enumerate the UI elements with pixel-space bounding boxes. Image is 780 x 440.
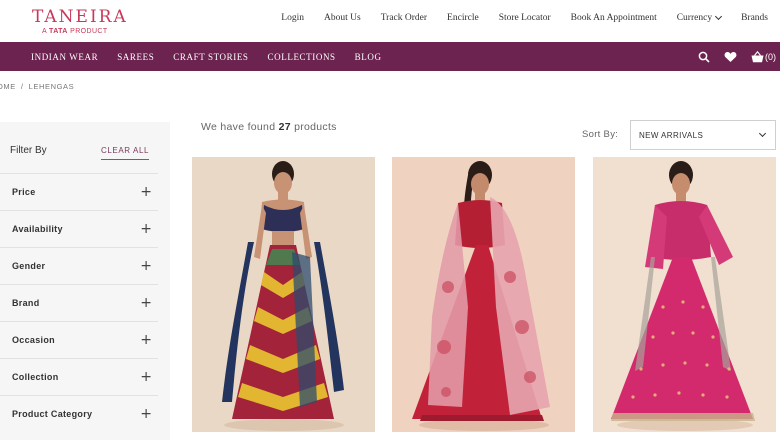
product-image	[192, 157, 375, 432]
nav-blog[interactable]: BLOG	[355, 52, 382, 62]
filter-price[interactable]: Price +	[0, 173, 158, 210]
plus-icon: +	[140, 332, 152, 348]
currency-label: Currency	[676, 13, 713, 23]
basket-icon	[751, 50, 764, 62]
nav-indian-wear[interactable]: INDIAN WEAR	[31, 52, 98, 62]
logo-tagline: A TATA PRODUCT	[42, 28, 108, 35]
top-links: Login About Us Track Order Encircle Stor…	[261, 12, 768, 23]
nav-collections[interactable]: COLLECTIONS	[268, 52, 336, 62]
plus-icon: +	[140, 295, 152, 311]
login-link[interactable]: Login	[281, 13, 304, 23]
heart-icon[interactable]	[724, 51, 737, 63]
filter-list: Price + Availability + Gender + Brand + Occa…	[0, 173, 158, 432]
about-us-link[interactable]: About Us	[324, 13, 361, 23]
track-order-link[interactable]: Track Order	[381, 13, 427, 23]
clear-all-button[interactable]: CLEAR ALL	[101, 146, 150, 160]
sort-dropdown[interactable]: NEW ARRIVALS	[630, 120, 776, 150]
product-count: 27	[278, 121, 291, 133]
sort-value: NEW ARRIVALS	[639, 130, 704, 140]
product-image	[392, 157, 575, 432]
filter-product-category[interactable]: Product Category +	[0, 395, 158, 432]
taneira-logo[interactable]: TANEIRA A TATA PRODUCT	[32, 7, 128, 39]
breadcrumb-separator: /	[20, 82, 24, 91]
plus-icon: +	[140, 221, 152, 237]
nav-craft-stories[interactable]: CRAFT STORIES	[173, 52, 248, 62]
filter-label: Gender	[12, 261, 46, 271]
plus-icon: +	[140, 184, 152, 200]
top-header: TANEIRA A TATA PRODUCT Login About Us Tr…	[0, 0, 780, 42]
sort-label: Sort By:	[582, 129, 619, 140]
filter-collection[interactable]: Collection +	[0, 358, 158, 395]
cart-count: (0)	[765, 51, 776, 62]
filter-label: Availability	[12, 224, 63, 234]
product-image	[593, 157, 776, 432]
product-card[interactable]	[192, 157, 375, 432]
book-appointment-link[interactable]: Book An Appointment	[571, 13, 657, 23]
brands-link[interactable]: Brands	[741, 13, 768, 23]
chevron-down-icon	[715, 12, 723, 21]
store-locator-link[interactable]: Store Locator	[499, 13, 551, 23]
filter-brand[interactable]: Brand +	[0, 284, 158, 321]
filter-label: Collection	[12, 372, 59, 382]
filter-label: Product Category	[12, 409, 93, 419]
logo-wordmark: TANEIRA	[32, 7, 128, 27]
product-card[interactable]	[392, 157, 575, 432]
currency-dropdown[interactable]: Currency	[676, 12, 723, 23]
filter-label: Brand	[12, 298, 40, 308]
results-count: We have found 27 products	[201, 121, 337, 133]
filter-sidebar: Filter By CLEAR ALL Price + Availability +…	[0, 122, 170, 440]
breadcrumb-home[interactable]: OME	[0, 82, 16, 91]
breadcrumb: OME / LEHENGAS	[0, 82, 74, 91]
encircle-link[interactable]: Encircle	[447, 13, 479, 23]
plus-icon: +	[140, 369, 152, 385]
plus-icon: +	[140, 406, 152, 422]
breadcrumb-current: LEHENGAS	[28, 82, 75, 91]
search-icon[interactable]	[698, 51, 710, 63]
filter-label: Occasion	[12, 335, 55, 345]
filter-availability[interactable]: Availability +	[0, 210, 158, 247]
plus-icon: +	[140, 258, 152, 274]
cart-button[interactable]: (0)	[751, 50, 776, 63]
filter-label: Price	[12, 187, 36, 197]
filter-title: Filter By	[10, 145, 47, 156]
nav-sarees[interactable]: SAREES	[117, 52, 154, 62]
filter-gender[interactable]: Gender +	[0, 247, 158, 284]
chevron-down-icon	[758, 129, 767, 138]
product-card[interactable]	[593, 157, 776, 432]
filter-occasion[interactable]: Occasion +	[0, 321, 158, 358]
main-nav: INDIAN WEAR SAREES CRAFT STORIES COLLECT…	[0, 42, 780, 71]
